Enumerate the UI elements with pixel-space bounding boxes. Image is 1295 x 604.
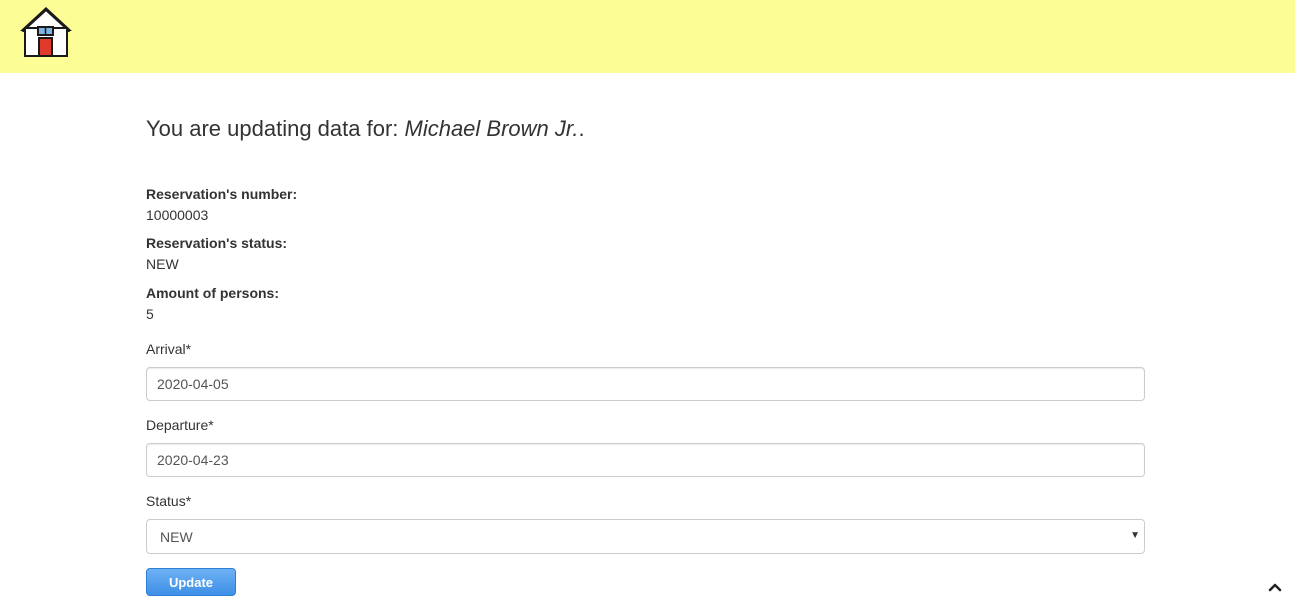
chevron-up-icon <box>1268 583 1282 592</box>
status-selected-value: NEW <box>160 529 193 545</box>
arrival-input[interactable] <box>146 367 1145 401</box>
status-label: Status* <box>146 493 192 509</box>
departure-label: Departure* <box>146 417 214 433</box>
home-link[interactable] <box>18 5 74 59</box>
reservation-status-label: Reservation's status: <box>146 235 288 251</box>
reservation-number-value: 10000003 <box>146 207 209 223</box>
top-bar <box>0 0 1295 73</box>
heading-prefix: You are updating data for: <box>146 116 405 141</box>
departure-input[interactable] <box>146 443 1145 477</box>
house-icon <box>20 7 72 57</box>
scroll-to-top-button[interactable] <box>1266 578 1284 596</box>
dropdown-arrow-icon: ▼ <box>1130 530 1140 541</box>
arrival-label: Arrival* <box>146 341 192 357</box>
page-title: You are updating data for: Michael Brown… <box>146 116 585 142</box>
heading-suffix: . <box>578 116 585 141</box>
reservation-number-label: Reservation's number: <box>146 186 298 202</box>
status-select[interactable]: NEW ▼ <box>146 519 1145 554</box>
persons-label: Amount of persons: <box>146 285 279 301</box>
reservation-status-value: NEW <box>146 256 179 272</box>
guest-name: Michael Brown Jr. <box>404 116 579 141</box>
update-button[interactable]: Update <box>146 568 236 596</box>
persons-value: 5 <box>146 306 154 322</box>
